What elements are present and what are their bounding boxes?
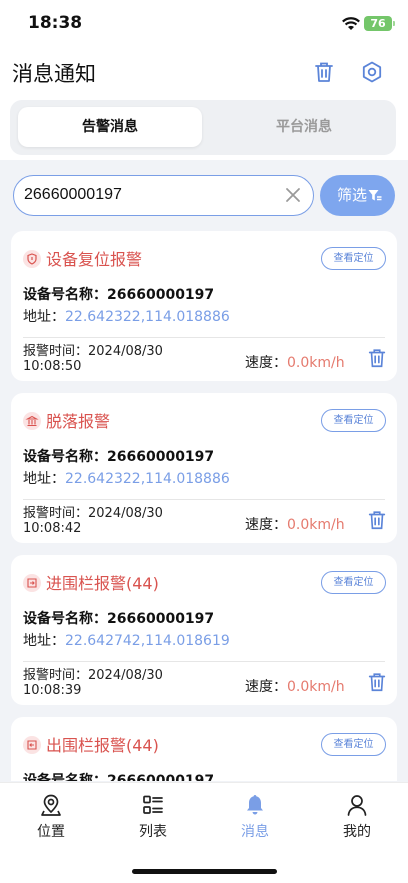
tab-label: 位置 [37, 824, 65, 840]
view-location-button[interactable]: 查看定位 [321, 409, 386, 432]
bottom-tab-bar: 位置 列表 消息 我的 [0, 782, 408, 883]
address-row: 地址：22.642322,114.018886 [23, 306, 230, 326]
time-label: 报警时间： [23, 506, 89, 521]
delete-alarm-icon[interactable] [366, 347, 388, 369]
speed-label: 速度： [245, 679, 287, 695]
tab-label: 列表 [139, 824, 167, 840]
alarm-clock: 10:08:39 [23, 683, 82, 698]
battery-indicator: 76 [364, 16, 395, 31]
view-location-button[interactable]: 查看定位 [321, 247, 386, 270]
address-coords[interactable]: 22.642322,114.018886 [65, 471, 230, 487]
speed-label: 速度： [245, 355, 287, 371]
alarm-title: 进围栏报警(44) [46, 574, 159, 593]
divider [23, 499, 385, 500]
divider [23, 661, 385, 662]
speed-value: 0.0km/h [287, 355, 345, 371]
speed-row: 速度：0.0km/h [245, 352, 345, 372]
tab-list[interactable]: 列表 [113, 793, 193, 841]
gear-icon[interactable] [360, 60, 384, 84]
user-icon [347, 795, 367, 816]
address-coords[interactable]: 22.642742,114.018619 [65, 633, 230, 649]
speed-value: 0.0km/h [287, 679, 345, 695]
status-time: 18:38 [28, 13, 83, 33]
alarm-date: 2024/08/30 [88, 344, 163, 359]
device-id: 26660000197 [107, 773, 215, 781]
device-id: 26660000197 [107, 449, 215, 465]
alarm-card: 脱落报警 查看定位 设备号名称：26660000197 地址：22.642322… [11, 393, 397, 543]
device-label: 设备号名称： [23, 449, 107, 465]
tab-location[interactable]: 位置 [11, 793, 91, 841]
list-icon [143, 795, 163, 814]
delete-alarm-icon[interactable] [366, 671, 388, 693]
alarm-card: 进围栏报警(44) 查看定位 设备号名称：26660000197 地址：22.6… [11, 555, 397, 705]
speed-row: 速度：0.0km/h [245, 514, 345, 534]
message-tabs: 告警消息 平台消息 [10, 100, 396, 155]
address-label: 地址： [23, 309, 65, 325]
alarm-title: 出围栏报警(44) [46, 736, 159, 755]
address-label: 地址： [23, 633, 65, 649]
alarm-time: 报警时间：2024/08/30 10:08:50 [23, 344, 163, 374]
alarm-time: 报警时间：2024/08/30 10:08:39 [23, 668, 163, 698]
tab-label: 我的 [343, 824, 371, 840]
address-label: 地址： [23, 471, 65, 487]
device-label: 设备号名称： [23, 287, 107, 303]
tab-alarm-messages[interactable]: 告警消息 [18, 107, 202, 147]
view-location-button[interactable]: 查看定位 [321, 571, 386, 594]
time-label: 报警时间： [23, 668, 89, 683]
device-id: 26660000197 [107, 611, 215, 627]
alarm-clock: 10:08:42 [23, 521, 82, 536]
view-location-button[interactable]: 查看定位 [321, 733, 386, 756]
delete-alarm-icon[interactable] [366, 509, 388, 531]
time-label: 报警时间： [23, 344, 89, 359]
alarm-title: 设备复位报警 [46, 250, 143, 269]
address-coords[interactable]: 22.642322,114.018886 [65, 309, 230, 325]
alarm-card: 设备复位报警 查看定位 设备号名称：26660000197 地址：22.6423… [11, 231, 397, 381]
device-row: 设备号名称：26660000197 [23, 284, 214, 304]
alarm-card: 出围栏报警(44) 查看定位 设备号名称：26660000197 [11, 717, 397, 781]
tab-messages[interactable]: 消息 [215, 793, 295, 841]
wifi-icon [342, 17, 360, 30]
building-icon [23, 412, 41, 430]
alarm-date: 2024/08/30 [88, 506, 163, 521]
tab-profile[interactable]: 我的 [317, 793, 397, 841]
fence-out-icon [23, 736, 41, 754]
fence-in-icon [23, 574, 41, 592]
filter-button[interactable]: 筛选 [320, 175, 395, 216]
trash-icon[interactable] [312, 60, 336, 84]
status-bar: 18:38 76 [0, 0, 408, 50]
device-row: 设备号名称：26660000197 [23, 608, 214, 628]
top-area: 18:38 76 消息通知 告警消息 平台消息 [0, 0, 408, 160]
divider [23, 337, 385, 338]
device-row: 设备号名称：26660000197 [23, 446, 214, 466]
tab-label: 消息 [241, 824, 269, 840]
clear-icon[interactable] [284, 186, 302, 204]
alarm-title: 脱落报警 [46, 412, 111, 431]
search-input[interactable] [24, 176, 274, 214]
home-indicator [132, 869, 277, 874]
address-row: 地址：22.642742,114.018619 [23, 630, 230, 650]
filter-icon [368, 190, 382, 201]
search-box [13, 175, 314, 216]
alarm-date: 2024/08/30 [88, 668, 163, 683]
speed-label: 速度： [245, 517, 287, 533]
device-label: 设备号名称： [23, 611, 107, 627]
device-id: 26660000197 [107, 287, 215, 303]
device-row: 设备号名称：26660000197 [23, 770, 214, 781]
filter-label: 筛选 [337, 186, 368, 204]
location-icon [41, 794, 61, 816]
device-label: 设备号名称： [23, 773, 107, 781]
tab-platform-messages[interactable]: 平台消息 [212, 107, 396, 147]
page-title: 消息通知 [12, 62, 96, 86]
speed-row: 速度：0.0km/h [245, 676, 345, 696]
alarm-list: 设备复位报警 查看定位 设备号名称：26660000197 地址：22.6423… [11, 231, 397, 781]
alarm-time: 报警时间：2024/08/30 10:08:42 [23, 506, 163, 536]
shield-icon [23, 250, 41, 268]
address-row: 地址：22.642322,114.018886 [23, 468, 230, 488]
speed-value: 0.0km/h [287, 517, 345, 533]
bell-icon [247, 795, 263, 815]
alarm-clock: 10:08:50 [23, 359, 82, 374]
